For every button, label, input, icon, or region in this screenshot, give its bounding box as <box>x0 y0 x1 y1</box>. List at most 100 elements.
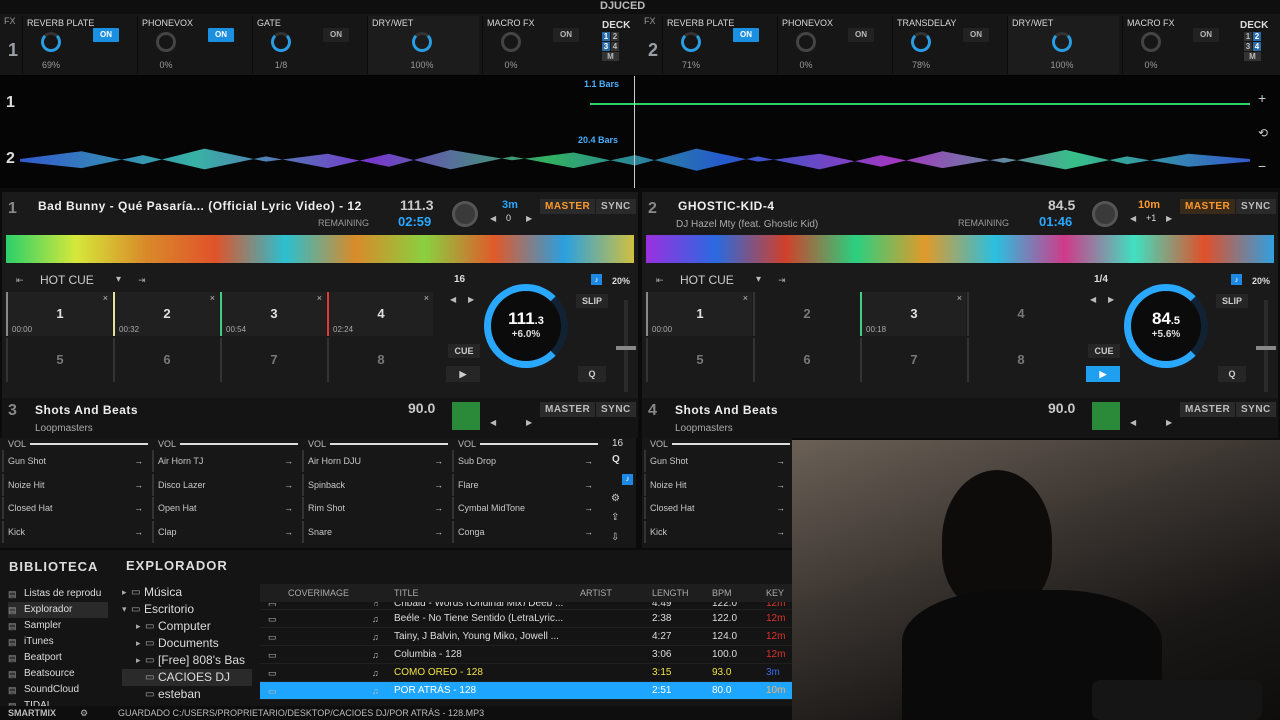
fx-on-button[interactable]: ON <box>208 28 234 42</box>
hotcue-pad-4[interactable]: 4 <box>967 292 1073 336</box>
sync-button[interactable]: SYNC <box>596 402 636 417</box>
play-arrow-icon[interactable]: → <box>776 450 785 472</box>
play-arrow-icon[interactable]: → <box>434 474 443 496</box>
fx-on-button[interactable]: ON <box>93 28 119 42</box>
pitch-lock-icon[interactable]: ♪ <box>1231 274 1242 285</box>
table-row[interactable]: ▭ ♫ Columbia - 128 3:06 100.0 12m <box>260 646 792 664</box>
play-arrow-icon[interactable]: → <box>776 474 785 496</box>
fx-unit-name[interactable]: REVERB PLATE <box>27 18 94 28</box>
sampler-slot[interactable]: Cymbal MidTone → <box>452 497 597 519</box>
sampler-slot[interactable]: Gun Shot → <box>644 450 789 472</box>
pitch-fader-handle[interactable] <box>1256 346 1276 350</box>
sampler-download-icon[interactable]: ⇩ <box>611 532 619 543</box>
sampler-slot[interactable]: Spinback → <box>302 473 447 496</box>
deck-select-1[interactable]: 1 <box>602 32 610 41</box>
fx-knob[interactable] <box>1141 32 1161 52</box>
play-button[interactable]: ▶ <box>446 366 480 382</box>
sampler-slot[interactable]: Kick → <box>2 520 147 543</box>
play-arrow-icon[interactable]: → <box>134 450 143 472</box>
play-arrow-icon[interactable]: → <box>584 474 593 496</box>
library-source-item[interactable]: ▤ Beatsource <box>8 666 108 682</box>
sampler-slot[interactable]: Air Horn DJU → <box>302 450 447 472</box>
fx-unit-name[interactable]: PHONEVOX <box>782 18 833 28</box>
expand-icon[interactable]: ▸ <box>122 584 127 601</box>
nudge-right-icon[interactable]: ▶ <box>526 418 532 427</box>
library-source-item[interactable]: ▤ Beatport <box>8 650 108 666</box>
deck-select-3[interactable]: 3 <box>1244 42 1252 51</box>
pitch-range[interactable]: 20% <box>612 276 630 286</box>
sampler-slot[interactable]: Clap → <box>152 520 297 543</box>
play-arrow-icon[interactable]: → <box>284 497 293 519</box>
hotcue-pad-6[interactable]: 6 <box>753 338 859 382</box>
play-arrow-icon[interactable]: → <box>284 521 293 543</box>
folder-item[interactable]: ▸ ▭ Música <box>122 584 252 601</box>
sampler-loop-length[interactable]: 16 <box>612 438 623 449</box>
hotcue-pad-1[interactable]: 1 00:00 × <box>646 292 752 336</box>
library-source-item[interactable]: ▤ Explorador <box>8 602 108 618</box>
master-button[interactable]: MASTER <box>540 402 596 417</box>
hotcue-pad-8[interactable]: 8 <box>327 338 433 382</box>
hotcue-pad-8[interactable]: 8 <box>967 338 1073 382</box>
fx-knob[interactable] <box>41 32 61 52</box>
column-header-length[interactable]: LENGTH <box>652 584 689 602</box>
hotcue-next-icon[interactable]: ⇥ <box>778 275 786 286</box>
fx-on-button[interactable]: ON <box>733 28 759 42</box>
deck-select-1[interactable]: 1 <box>1244 32 1252 41</box>
sampler-gear-icon[interactable]: ⚙ <box>611 493 620 504</box>
folder-item[interactable]: ▸ ▭ Computer <box>122 618 252 635</box>
sampler-slot[interactable]: Kick → <box>644 520 789 543</box>
fx-on-button[interactable]: ON <box>963 28 989 42</box>
sampler-slot[interactable]: Closed Hat → <box>644 497 789 519</box>
loop-prev-icon[interactable]: ◀ <box>450 295 456 304</box>
loop-length[interactable]: 16 <box>454 274 465 285</box>
deck-selector[interactable]: 1234M <box>1244 32 1261 61</box>
loop-prev-icon[interactable]: ◀ <box>1090 295 1096 304</box>
fx-on-button[interactable]: ON <box>848 28 874 42</box>
play-arrow-icon[interactable]: → <box>434 521 443 543</box>
close-icon[interactable]: × <box>210 293 215 303</box>
folder-item[interactable]: ▭ esteban <box>122 686 252 703</box>
mini-waveform[interactable] <box>6 235 634 263</box>
nudge-left-icon[interactable]: ◀ <box>490 214 496 223</box>
column-header-key[interactable]: KEY <box>766 584 784 602</box>
column-header-title[interactable]: TITLE <box>394 584 419 602</box>
library-source-item[interactable]: ▤ Listas de reprodu <box>8 586 108 602</box>
hotcue-pad-6[interactable]: 6 <box>113 338 219 382</box>
deck-select-2[interactable]: 2 <box>1253 32 1261 41</box>
slip-button[interactable]: SLIP <box>576 294 608 308</box>
loop-length[interactable]: 1/4 <box>1094 274 1108 285</box>
master-button[interactable]: MASTER <box>540 199 596 214</box>
sampler-vol-slider[interactable] <box>180 443 298 445</box>
hotcue-pad-2[interactable]: 2 <box>753 292 859 336</box>
column-header-bpm[interactable]: BPM <box>712 584 732 602</box>
sampler-slot[interactable]: Snare → <box>302 520 447 543</box>
sampler-slot[interactable]: Noize Hit → <box>644 473 789 496</box>
loop-next-icon[interactable]: ▶ <box>1108 295 1114 304</box>
close-icon[interactable]: × <box>743 293 748 303</box>
play-arrow-icon[interactable]: → <box>584 521 593 543</box>
jog-wheel[interactable]: 84.5 +5.6% <box>1124 284 1208 368</box>
chevron-down-icon[interactable]: ▾ <box>756 274 761 285</box>
column-header-coverimage[interactable]: COVERIMAGE <box>288 584 349 602</box>
play-arrow-icon[interactable]: → <box>776 521 785 543</box>
sampler-slot[interactable]: Gun Shot → <box>2 450 147 472</box>
fx-knob[interactable] <box>501 32 521 52</box>
cue-button[interactable]: CUE <box>448 344 480 358</box>
hotcue-pad-7[interactable]: 7 <box>860 338 966 382</box>
play-arrow-icon[interactable]: → <box>134 497 143 519</box>
nudge-left-icon[interactable]: ◀ <box>490 418 496 427</box>
play-arrow-icon[interactable]: → <box>584 450 593 472</box>
close-icon[interactable]: × <box>103 293 108 303</box>
close-icon[interactable]: × <box>317 293 322 303</box>
pitch-fader-handle[interactable] <box>616 346 636 350</box>
deck-select-M[interactable]: M <box>602 52 619 61</box>
nudge-right-icon[interactable]: ▶ <box>526 214 532 223</box>
play-arrow-icon[interactable]: → <box>434 497 443 519</box>
play-arrow-icon[interactable]: → <box>284 450 293 472</box>
folder-item[interactable]: ▸ ▭ [Free] 808's Bas <box>122 652 252 669</box>
fx-on-button[interactable]: ON <box>553 28 579 42</box>
expand-icon[interactable]: ▸ <box>136 652 141 669</box>
library-source-item[interactable]: ▤ Sampler <box>8 618 108 634</box>
sampler-vol-slider[interactable] <box>330 443 448 445</box>
table-row[interactable]: ▭ ♫ POR ATRÁS - 128 2:51 80.0 10m <box>260 682 792 700</box>
